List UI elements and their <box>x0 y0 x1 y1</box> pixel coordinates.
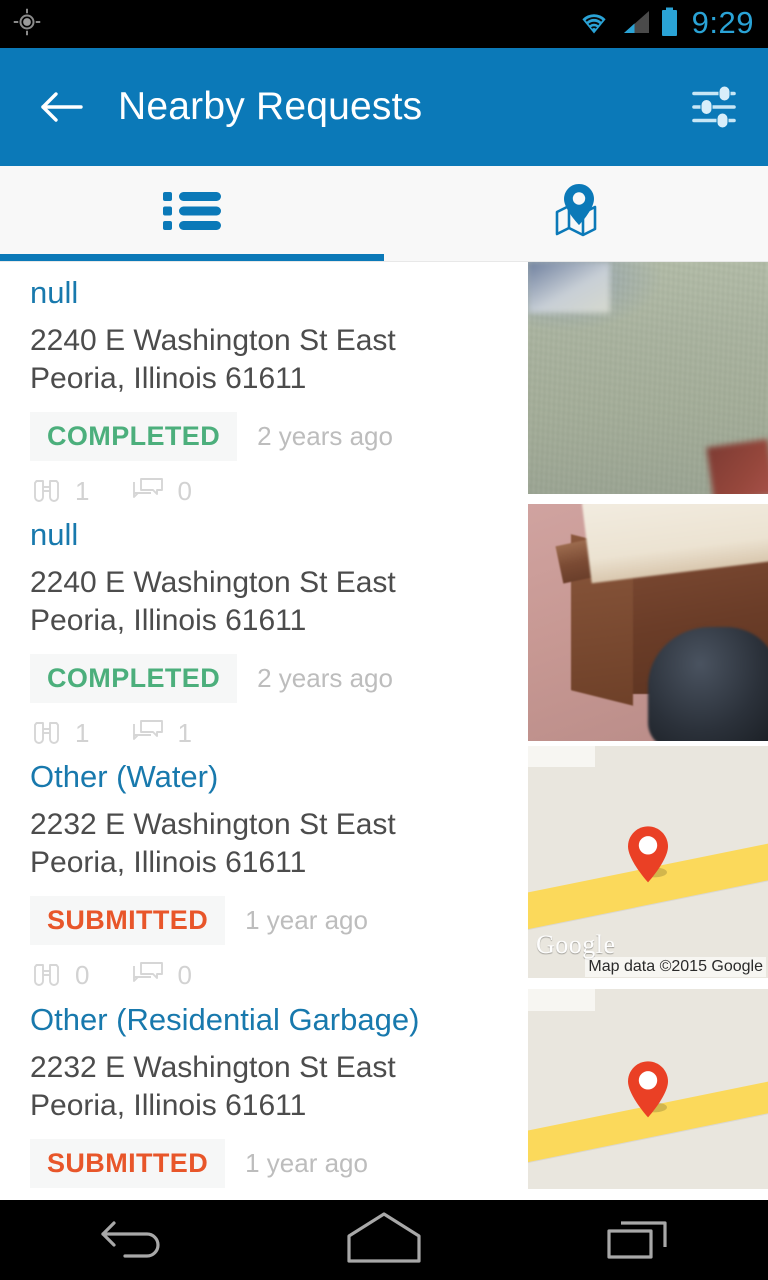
watch-count-value: 1 <box>75 718 90 748</box>
filter-button[interactable] <box>682 75 746 139</box>
comment-count-value: 0 <box>177 476 192 506</box>
status-badge: SUBMITTED <box>30 1139 226 1188</box>
back-button[interactable] <box>34 78 92 136</box>
request-address-line1: 2240 E Washington St East <box>30 565 396 599</box>
map-thumbnail-image <box>528 989 768 1189</box>
nav-back-icon <box>95 1209 161 1272</box>
comment-count-value: 1 <box>177 718 192 748</box>
photo-carpet-image <box>528 262 768 494</box>
map-marker-icon <box>616 822 680 886</box>
status-badge: COMPLETED <box>30 412 238 461</box>
map-corner-block <box>528 746 596 767</box>
request-address-line1: 2232 E Washington St East <box>30 1050 396 1084</box>
request-thumbnail[interactable] <box>528 989 768 1189</box>
requests-list[interactable]: null 2240 E Washington St East Peoria, I… <box>0 262 768 1200</box>
request-info: Other (Residential Garbage) 2232 E Washi… <box>0 989 525 1200</box>
map-attribution: Map data ©2015 Google <box>585 957 766 977</box>
request-meta: COMPLETED 2 years ago <box>30 412 525 461</box>
comments-icon <box>131 959 165 992</box>
photo-highlight <box>528 262 610 314</box>
status-badge: COMPLETED <box>30 654 238 703</box>
request-address-line2: Peoria, Illinois 61611 <box>30 1088 307 1122</box>
map-pin-icon <box>545 182 607 245</box>
tab-active-indicator <box>0 254 384 261</box>
request-thumbnail[interactable] <box>528 262 768 494</box>
timestamp: 1 year ago <box>245 1148 368 1178</box>
binoculars-icon <box>30 959 63 992</box>
request-title[interactable]: Other (Water) <box>30 758 525 796</box>
photo-desk-image <box>528 504 768 741</box>
status-bar-left <box>12 7 42 42</box>
tab-bar <box>0 166 768 262</box>
wifi-icon <box>576 8 612 41</box>
status-bar-clock: 9:29 <box>691 5 754 40</box>
timestamp: 2 years ago <box>257 663 393 693</box>
status-bar: 9:29 <box>0 0 768 48</box>
request-thumbnail[interactable] <box>528 504 768 741</box>
nav-home-button[interactable] <box>324 1200 444 1280</box>
app-bar: Nearby Requests <box>0 48 768 166</box>
gps-fixed-icon <box>12 7 42 42</box>
request-address-line1: 2240 E Washington St East <box>30 323 396 357</box>
phone-screen: 9:29 Nearby Requests null 2240 E Washing… <box>0 0 768 1280</box>
photo-bag <box>648 627 768 741</box>
cell-signal-icon <box>621 8 651 41</box>
nav-home-icon <box>343 1209 425 1272</box>
request-info: null 2240 E Washington St East Peoria, I… <box>0 262 525 506</box>
request-address-line2: Peoria, Illinois 61611 <box>30 361 307 395</box>
request-address-line2: Peoria, Illinois 61611 <box>30 845 307 879</box>
comment-count-value: 0 <box>177 960 192 990</box>
timestamp: 2 years ago <box>257 421 393 451</box>
request-info: Other (Water) 2232 E Washington St East … <box>0 746 525 992</box>
table-row[interactable]: null 2240 E Washington St East Peoria, I… <box>0 262 768 506</box>
android-nav-bar <box>0 1200 768 1280</box>
request-meta: COMPLETED 2 years ago <box>30 654 525 703</box>
table-row[interactable]: Other (Residential Garbage) 2232 E Washi… <box>0 989 768 1200</box>
request-thumbnail[interactable]: Google Map data ©2015 Google <box>528 746 768 978</box>
map-corner-block <box>528 989 596 1011</box>
watch-count: 0 <box>30 959 89 992</box>
page-title: Nearby Requests <box>118 85 423 128</box>
nav-back-button[interactable] <box>68 1200 188 1280</box>
timestamp: 1 year ago <box>245 905 368 935</box>
request-title[interactable]: null <box>30 516 525 554</box>
request-counts: 0 0 <box>30 959 525 992</box>
status-badge: SUBMITTED <box>30 896 226 945</box>
request-address-line1: 2232 E Washington St East <box>30 807 396 841</box>
request-meta: SUBMITTED 1 year ago <box>30 896 525 945</box>
battery-icon <box>660 7 679 42</box>
nav-recents-button[interactable] <box>580 1200 700 1280</box>
table-row[interactable]: null 2240 E Washington St East Peoria, I… <box>0 504 768 748</box>
map-thumbnail-image: Google Map data ©2015 Google <box>528 746 768 978</box>
status-bar-right: 9:29 <box>576 7 754 42</box>
watch-count-value: 1 <box>75 476 90 506</box>
map-marker-icon <box>616 1057 680 1121</box>
tab-map[interactable] <box>384 166 768 261</box>
request-address-line2: Peoria, Illinois 61611 <box>30 603 307 637</box>
request-title[interactable]: null <box>30 274 525 312</box>
table-row[interactable]: Other (Water) 2232 E Washington St East … <box>0 746 768 992</box>
request-info: null 2240 E Washington St East Peoria, I… <box>0 504 525 748</box>
nav-recents-icon <box>605 1209 675 1272</box>
list-icon <box>161 187 223 240</box>
watch-count-value: 0 <box>75 960 90 990</box>
google-watermark: Google <box>536 930 616 959</box>
request-title[interactable]: Other (Residential Garbage) <box>30 1001 525 1039</box>
request-meta: SUBMITTED 1 year ago <box>30 1139 525 1188</box>
tab-list[interactable] <box>0 166 384 261</box>
comment-count: 0 <box>131 959 192 992</box>
